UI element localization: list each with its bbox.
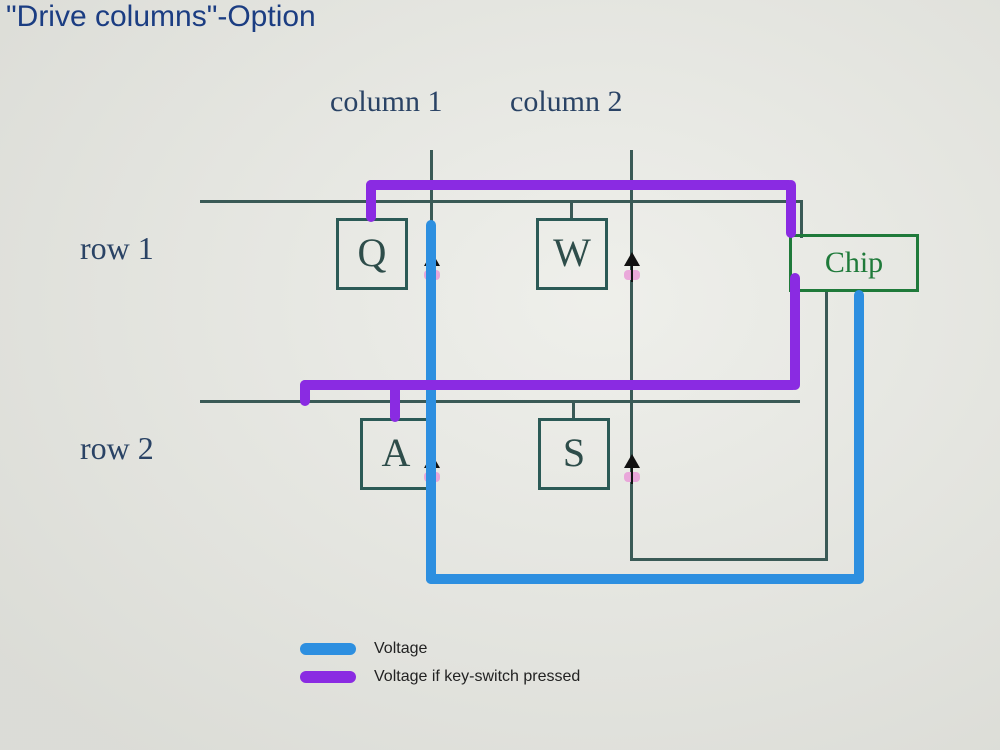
chip-label: Chip — [825, 246, 883, 280]
label-row-2: row 2 — [80, 430, 154, 467]
pressed-path-r2-seg1 — [300, 380, 798, 390]
key-a: A — [360, 418, 432, 490]
label-column-2: column 2 — [510, 85, 623, 119]
pressed-path-r2-jog — [300, 380, 310, 406]
wire-row2-to-chip-a — [798, 400, 800, 403]
key-q: Q — [336, 218, 408, 290]
legend-label-voltage-pressed: Voltage if key-switch pressed — [374, 668, 580, 686]
pressed-path-r1-seg2 — [786, 180, 796, 238]
page-title: "Drive columns"-Option — [6, 0, 316, 34]
voltage-path-seg2 — [426, 574, 864, 584]
pressed-path-r1-seg1 — [366, 180, 794, 190]
wire-row2 — [200, 400, 800, 403]
label-column-1: column 1 — [330, 85, 443, 119]
key-w: W — [536, 218, 608, 290]
wire-row1-to-chip — [800, 200, 803, 238]
voltage-path-seg3 — [426, 220, 436, 584]
legend: Voltage Voltage if key-switch pressed — [300, 640, 580, 696]
chip-box: Chip — [789, 234, 919, 292]
diode-arrow-w — [624, 252, 640, 266]
wire-row1 — [200, 200, 800, 203]
wire-stub-s — [572, 400, 575, 420]
legend-label-voltage: Voltage — [374, 640, 427, 658]
paper-vignette — [0, 0, 1000, 750]
pressed-path-r2-seg2 — [790, 273, 800, 390]
key-s-label: S — [563, 429, 585, 476]
key-s: S — [538, 418, 610, 490]
wire-col2 — [630, 150, 633, 560]
diode-arrow-s — [624, 454, 640, 468]
voltage-path-seg1 — [854, 290, 864, 584]
label-row-1: row 1 — [80, 230, 154, 267]
wire-chip-down2 — [825, 292, 828, 561]
legend-swatch-voltage — [300, 643, 356, 655]
diagram-stage: "Drive columns"-Option column 1 column 2… — [0, 0, 1000, 750]
legend-row-voltage-pressed: Voltage if key-switch pressed — [300, 668, 580, 686]
wire-stub-w — [570, 200, 573, 220]
legend-swatch-voltage-pressed — [300, 671, 356, 683]
key-q-label: Q — [358, 229, 387, 276]
key-a-label: A — [382, 429, 411, 476]
wire-col2-return — [630, 558, 828, 561]
key-w-label: W — [553, 229, 591, 276]
legend-row-voltage: Voltage — [300, 640, 580, 658]
